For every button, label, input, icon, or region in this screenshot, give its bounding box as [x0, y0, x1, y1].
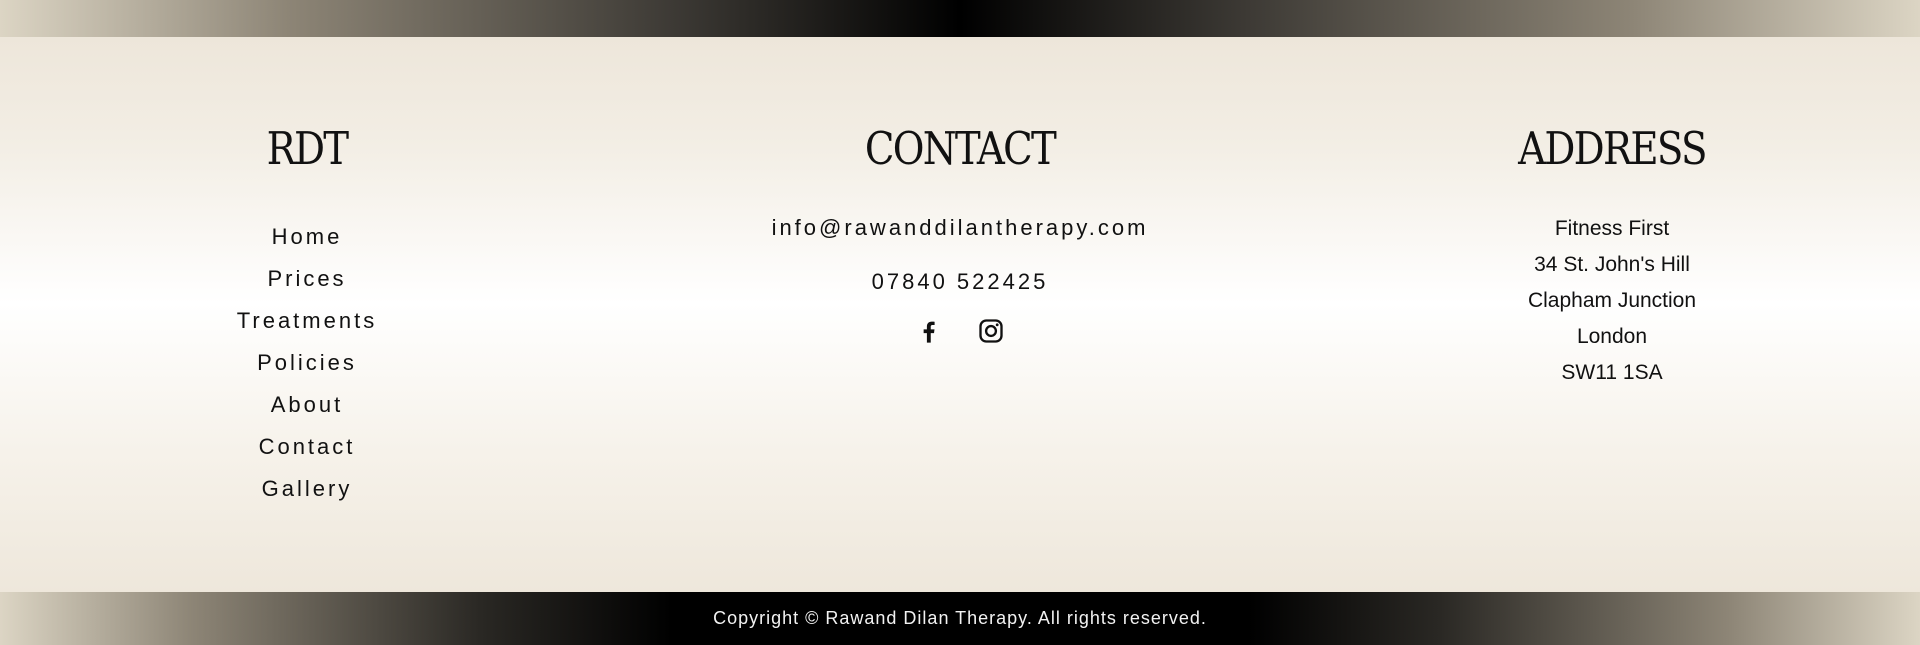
copyright-text: Copyright © Rawand Dilan Therapy. All ri… [713, 608, 1207, 628]
nav-link-treatments[interactable]: Treatments [207, 300, 407, 342]
footer-nav: Home Prices Treatments Policies About Co… [207, 216, 407, 510]
nav-link-policies[interactable]: Policies [207, 342, 407, 384]
instagram-link[interactable] [973, 313, 1009, 349]
nav-link-prices[interactable]: Prices [207, 258, 407, 300]
phone-number: 07840 522425 [871, 269, 1049, 294]
address-heading: ADDRESS [1518, 122, 1707, 175]
contact-heading: CONTACT [864, 122, 1057, 175]
nav-link-about[interactable]: About [207, 384, 407, 426]
facebook-link[interactable] [911, 313, 947, 349]
site-footer: RDT Home Prices Treatments Policies Abou… [0, 37, 1920, 592]
nav-link-home[interactable]: Home [207, 216, 407, 258]
instagram-icon [979, 319, 1003, 343]
address-line: London [1576, 325, 1648, 348]
address-line: Fitness First [1554, 217, 1670, 240]
nav-link-gallery[interactable]: Gallery [207, 468, 407, 510]
rdt-heading: RDT [266, 122, 350, 175]
address-block: Fitness First 34 St. John's Hill Clapham… [1462, 211, 1762, 391]
address-line: SW11 1SA [1561, 361, 1663, 384]
email-link[interactable]: info@rawanddilantherapy.com [710, 210, 1210, 246]
nav-link-contact[interactable]: Contact [207, 426, 407, 468]
facebook-icon [923, 321, 935, 343]
top-gradient-bar [0, 0, 1920, 37]
address-line: 34 St. John's Hill [1534, 253, 1690, 276]
social-links [710, 313, 1210, 349]
copyright-bar: Copyright © Rawand Dilan Therapy. All ri… [0, 592, 1920, 645]
address-line: Clapham Junction [1527, 289, 1697, 312]
